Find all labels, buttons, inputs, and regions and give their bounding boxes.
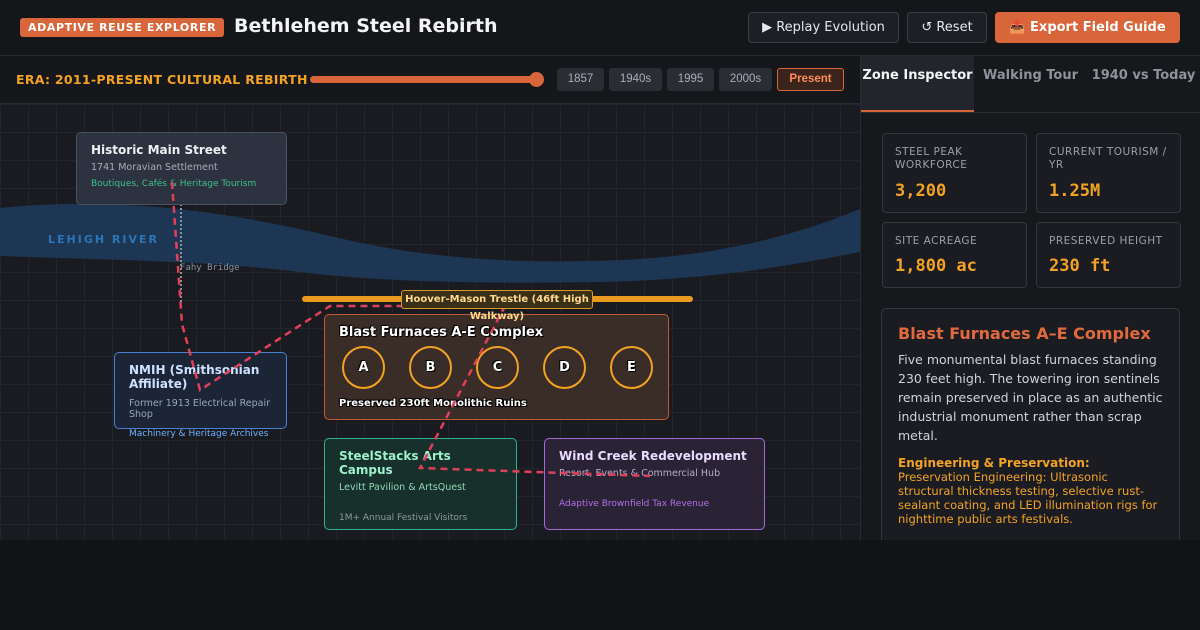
- engineering-heading: Engineering & Preservation:: [898, 456, 1090, 470]
- era-button-present[interactable]: Present: [777, 68, 844, 91]
- empty-footer-area: [0, 540, 1200, 630]
- zone-detail: Boutiques, Cafés & Heritage Tourism: [91, 179, 257, 189]
- stat-card-tourism: CURRENT TOURISM / YR 1.25M: [1036, 133, 1181, 213]
- era-button-1995[interactable]: 1995: [667, 68, 714, 91]
- zone-subtitle: 1741 Moravian Settlement: [91, 162, 218, 173]
- tab-zone-inspector[interactable]: Zone Inspector: [861, 56, 974, 112]
- trestle-label: Hoover-Mason Trestle (46ft High Walkway): [401, 290, 593, 322]
- zone-steelstacks[interactable]: SteelStacks Arts Campus Levitt Pavilion …: [324, 438, 517, 530]
- panel-tabs: Zone Inspector Walking Tour 1940 vs Toda…: [861, 56, 1200, 113]
- stat-card-acreage: SITE ACREAGE 1,800 ac: [882, 222, 1027, 288]
- zone-subtitle: Levitt Pavilion & ArtsQuest: [339, 482, 466, 493]
- stat-card-height: PRESERVED HEIGHT 230 ft: [1036, 222, 1181, 288]
- zone-detail: 1M+ Annual Festival Visitors: [339, 513, 468, 523]
- site-map[interactable]: LEHIGH RIVER Fahy Bridge Historic Main S…: [0, 104, 860, 540]
- era-button-1940s[interactable]: 1940s: [609, 68, 662, 91]
- zone-nmih[interactable]: NMIH (Smithsonian Affiliate) Former 1913…: [114, 352, 287, 439]
- zone-title: Wind Creek Redevelopment: [559, 449, 747, 463]
- zone-subtitle: Former 1913 Electrical Repair Shop: [129, 398, 270, 420]
- zone-historic-main-street[interactable]: Historic Main Street 1741 Moravian Settl…: [76, 132, 287, 205]
- stat-label: CURRENT TOURISM / YR: [1049, 146, 1167, 171]
- engineering-text: Preservation Engineering: Ultrasonic str…: [898, 470, 1158, 526]
- furnace-a[interactable]: A: [342, 346, 385, 389]
- furnace-d[interactable]: D: [543, 346, 586, 389]
- stat-card-workforce: STEEL PEAK WORKFORCE 3,200: [882, 133, 1027, 213]
- bridge-label: Fahy Bridge: [180, 263, 240, 273]
- stat-value: 1.25M: [1049, 181, 1101, 201]
- zone-detail-card: Blast Furnaces A–E Complex Five monument…: [881, 308, 1180, 540]
- page-title: Bethlehem Steel Rebirth: [234, 15, 498, 37]
- stat-value: 3,200: [895, 181, 947, 201]
- river-label: LEHIGH RIVER: [48, 233, 159, 246]
- zone-title: NMIH (Smithsonian Affiliate): [129, 363, 260, 391]
- zone-wind-creek[interactable]: Wind Creek Redevelopment Resort, Events …: [544, 438, 765, 530]
- zone-detail: Machinery & Heritage Archives: [129, 429, 269, 439]
- detail-title: Blast Furnaces A–E Complex: [898, 324, 1151, 343]
- zone-title: SteelStacks Arts Campus: [339, 449, 451, 477]
- stat-value: 230 ft: [1049, 256, 1111, 276]
- furnace-e[interactable]: E: [610, 346, 653, 389]
- stat-label: STEEL PEAK WORKFORCE: [895, 146, 968, 171]
- era-button-1857[interactable]: 1857: [557, 68, 604, 91]
- tab-1940-vs-today[interactable]: 1940 vs Today: [1087, 56, 1200, 112]
- stat-value: 1,800 ac: [895, 256, 977, 276]
- era-button-2000s[interactable]: 2000s: [719, 68, 772, 91]
- reset-button[interactable]: ↺ Reset: [907, 12, 987, 43]
- zone-title: Blast Furnaces A-E Complex: [339, 325, 544, 340]
- zone-footer: Preserved 230ft Monolithic Ruins: [339, 398, 527, 409]
- era-label: ERA: 2011-PRESENT CULTURAL REBIRTH: [16, 72, 308, 87]
- app-badge: ADAPTIVE REUSE EXPLORER: [20, 18, 225, 37]
- zone-subtitle: Resort, Events & Commercial Hub: [559, 468, 721, 479]
- tab-walking-tour[interactable]: Walking Tour: [974, 56, 1087, 112]
- top-bar: ADAPTIVE REUSE EXPLORER Bethlehem Steel …: [0, 0, 1200, 56]
- era-slider-track[interactable]: [310, 76, 538, 83]
- zone-blast-furnaces[interactable]: Blast Furnaces A-E Complex A B C D E Pre…: [324, 314, 669, 420]
- furnace-b[interactable]: B: [409, 346, 452, 389]
- side-panel: Zone Inspector Walking Tour 1940 vs Toda…: [860, 56, 1200, 540]
- furnace-c[interactable]: C: [476, 346, 519, 389]
- replay-evolution-button[interactable]: ▶ Replay Evolution: [748, 12, 899, 43]
- zone-title: Historic Main Street: [91, 143, 227, 157]
- era-slider-thumb[interactable]: [529, 72, 544, 87]
- detail-description: Five monumental blast furnaces standing …: [898, 352, 1163, 443]
- export-field-guide-button[interactable]: 📤 Export Field Guide: [995, 12, 1180, 43]
- stat-label: SITE ACREAGE: [895, 235, 978, 247]
- stat-label: PRESERVED HEIGHT: [1049, 235, 1163, 247]
- zone-detail: Adaptive Brownfield Tax Revenue: [559, 499, 710, 509]
